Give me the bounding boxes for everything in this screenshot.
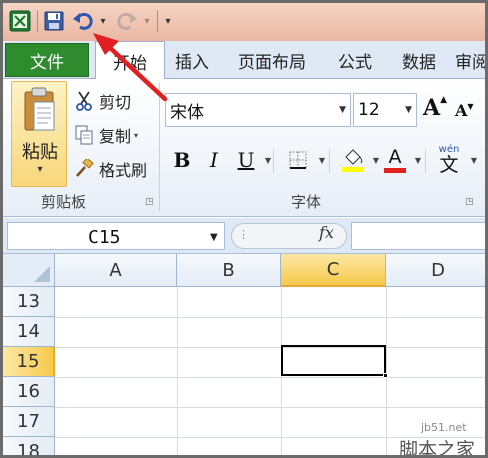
excel-window: ▾ ▾ ▾ 文件 开始 插入 页面布局 公式 数据 审阅 [0,0,488,458]
watermark-site: jb51.net [421,421,467,434]
watermark-name: 脚本之家 [399,439,476,458]
annotation-arrow [93,33,168,102]
